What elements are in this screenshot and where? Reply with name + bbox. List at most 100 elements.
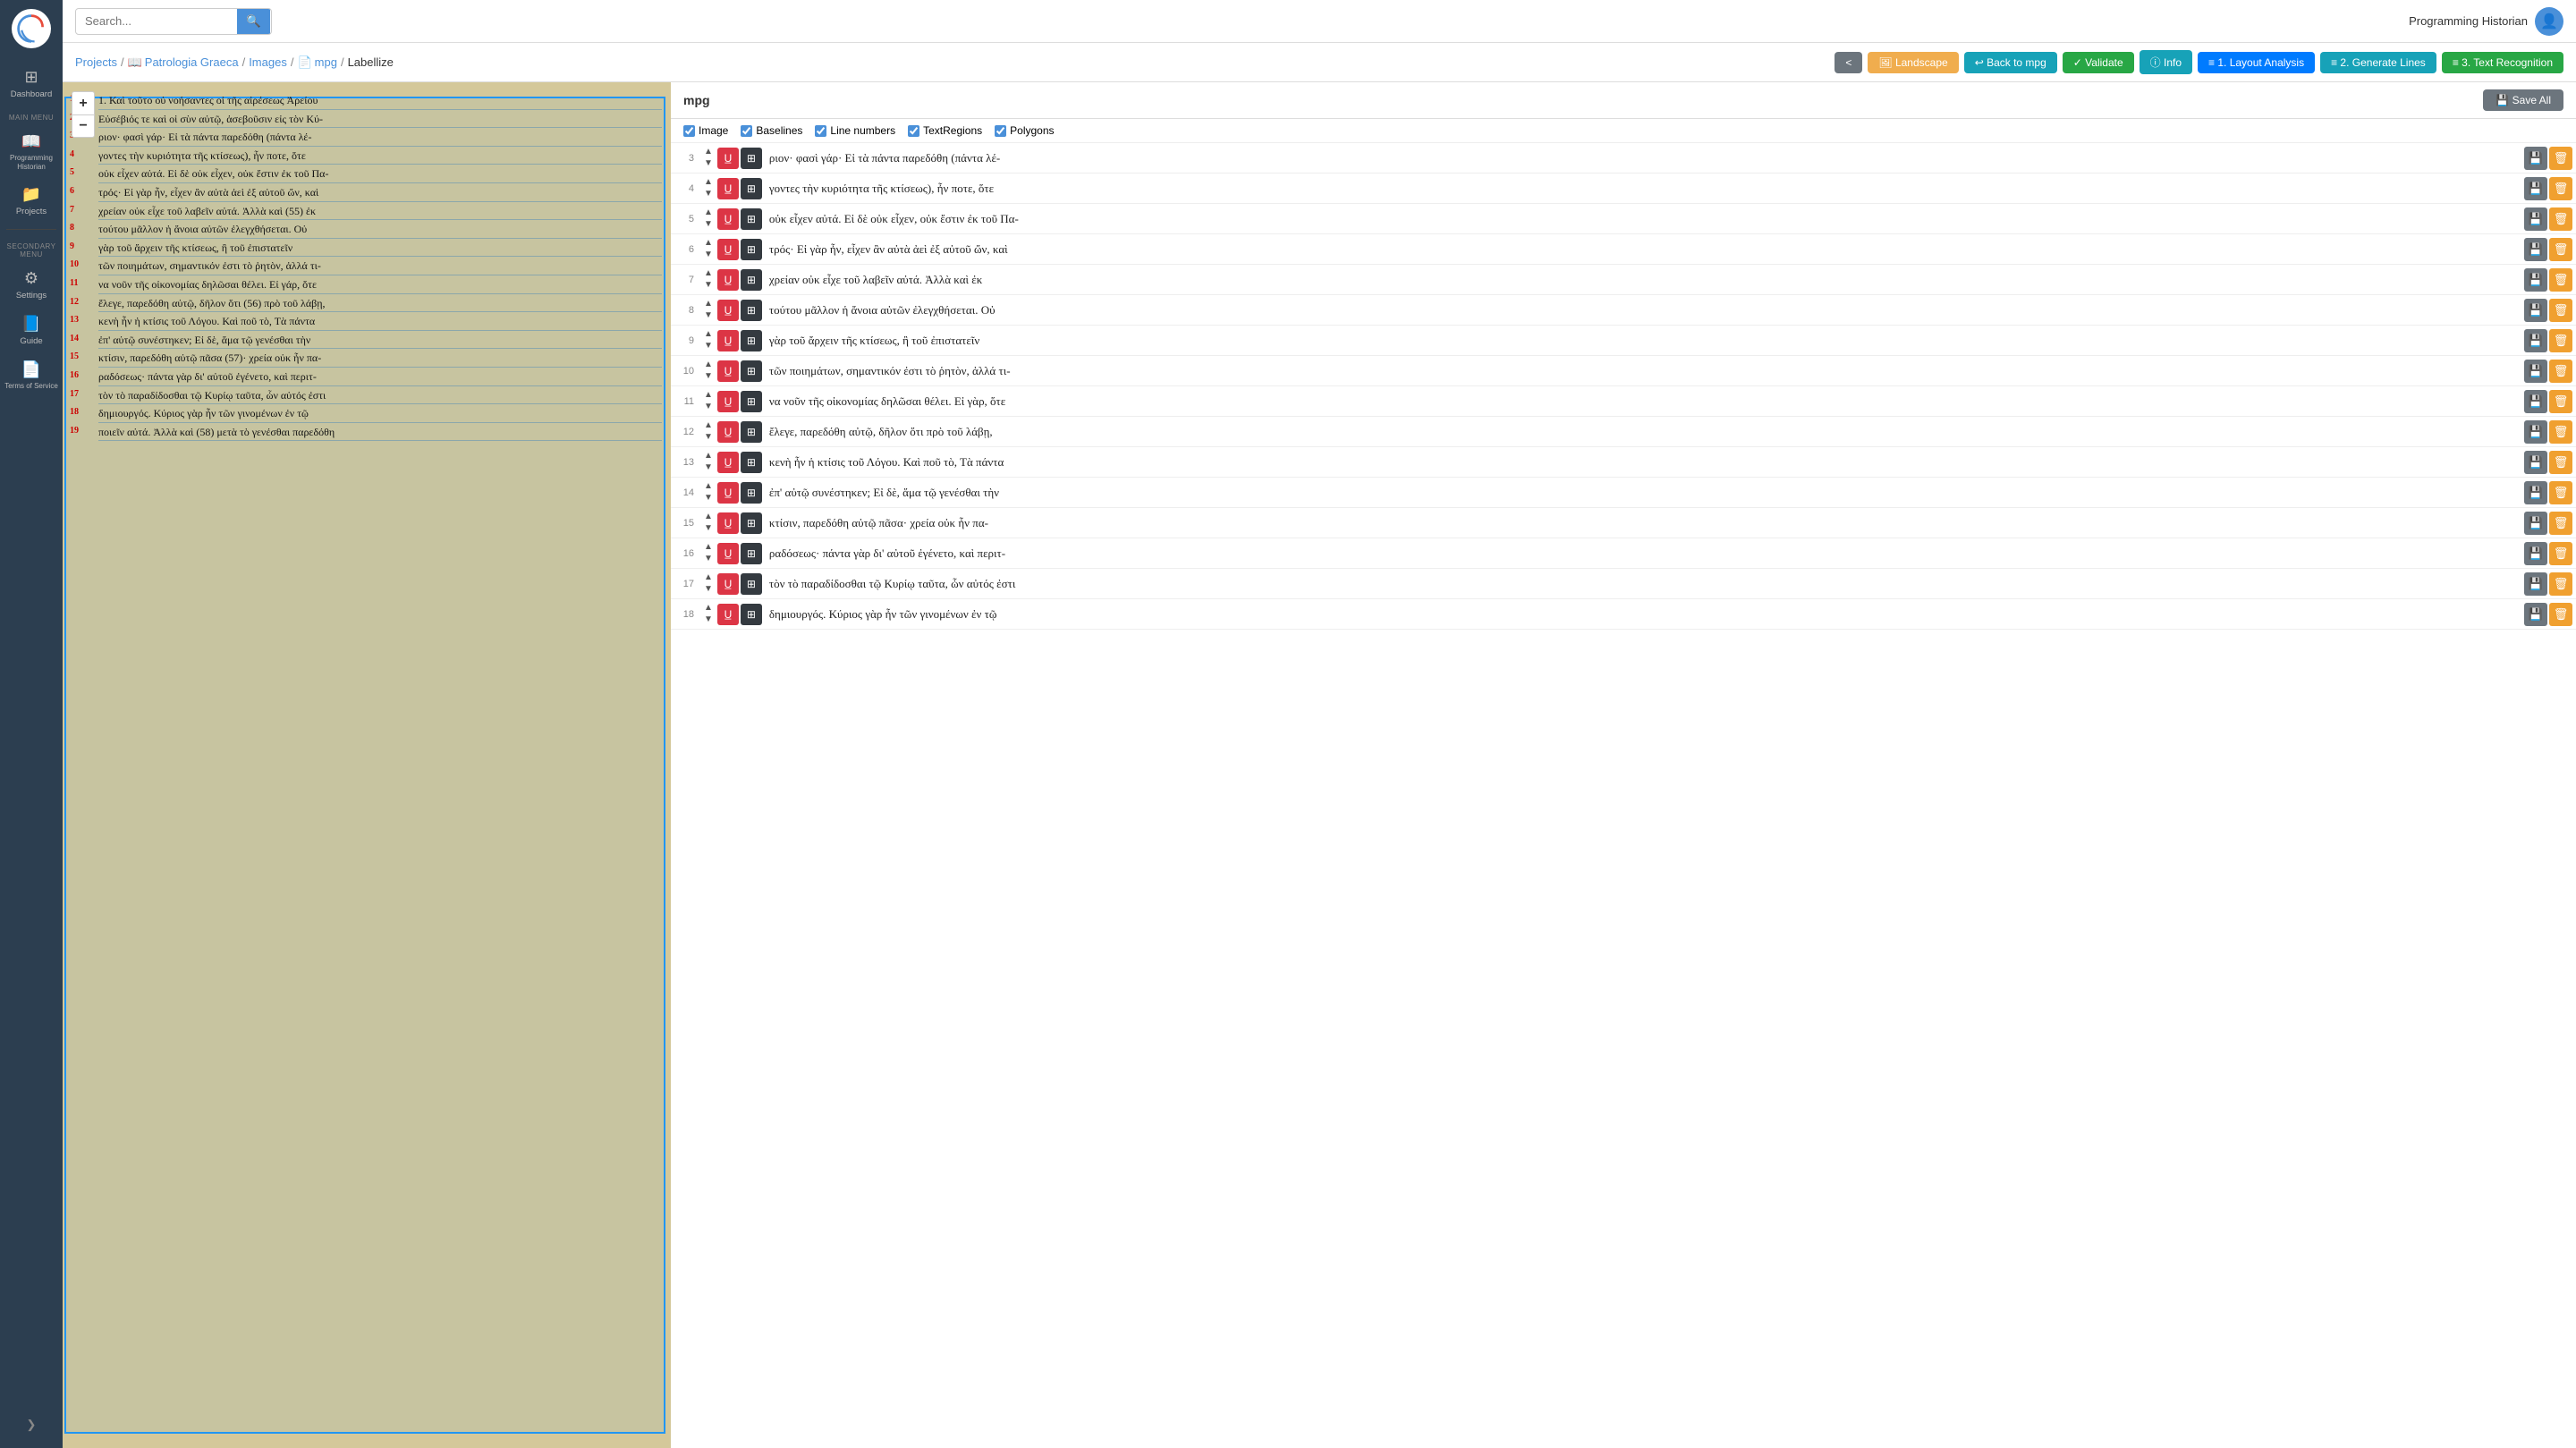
underline-button[interactable]: U̲ xyxy=(717,360,739,382)
arrow-down-button[interactable]: ▼ xyxy=(701,493,716,504)
arrow-up-button[interactable]: ▲ xyxy=(701,481,716,492)
delete-line-button[interactable]: 🗑 xyxy=(2549,268,2572,292)
arrow-up-button[interactable]: ▲ xyxy=(701,420,716,431)
arrow-up-button[interactable]: ▲ xyxy=(701,451,716,461)
delete-line-button[interactable]: 🗑 xyxy=(2549,238,2572,261)
collapse-button[interactable]: < xyxy=(1835,52,1862,73)
arrow-down-button[interactable]: ▼ xyxy=(701,554,716,564)
save-line-button[interactable]: 💾 xyxy=(2524,451,2547,474)
landscape-button[interactable]: 🖼 Landscape xyxy=(1868,52,1958,73)
save-line-button[interactable]: 💾 xyxy=(2524,177,2547,200)
arrow-up-button[interactable]: ▲ xyxy=(701,207,716,218)
arrow-down-button[interactable]: ▼ xyxy=(701,250,716,260)
checkbox-image-input[interactable] xyxy=(683,125,695,137)
arrow-down-button[interactable]: ▼ xyxy=(701,614,716,625)
segment-button[interactable]: ⊞ xyxy=(741,452,762,473)
sidebar-item-guide[interactable]: 📘 Guide xyxy=(0,308,63,353)
delete-line-button[interactable]: 🗑 xyxy=(2549,603,2572,626)
arrow-up-button[interactable]: ▲ xyxy=(701,268,716,279)
delete-line-button[interactable]: 🗑 xyxy=(2549,299,2572,322)
checkbox-line-numbers-input[interactable] xyxy=(815,125,826,137)
checkbox-polygons-input[interactable] xyxy=(995,125,1006,137)
arrow-down-button[interactable]: ▼ xyxy=(701,584,716,595)
segment-button[interactable]: ⊞ xyxy=(741,300,762,321)
breadcrumb-projects[interactable]: Projects xyxy=(75,55,117,69)
arrow-down-button[interactable]: ▼ xyxy=(701,280,716,291)
delete-line-button[interactable]: 🗑 xyxy=(2549,360,2572,383)
segment-button[interactable]: ⊞ xyxy=(741,178,762,199)
delete-line-button[interactable]: 🗑 xyxy=(2549,420,2572,444)
arrow-up-button[interactable]: ▲ xyxy=(701,542,716,553)
arrow-up-button[interactable]: ▲ xyxy=(701,512,716,522)
back-to-mpg-button[interactable]: ↩ Back to mpg xyxy=(1964,52,2057,73)
checkbox-polygons[interactable]: Polygons xyxy=(995,124,1054,137)
save-line-button[interactable]: 💾 xyxy=(2524,420,2547,444)
arrow-up-button[interactable]: ▲ xyxy=(701,299,716,309)
manuscript-view[interactable]: 11. Καὶ τοῦτο οὐ νοήσαντες οἱ τῆς αἱρέσε… xyxy=(63,82,671,1448)
delete-line-button[interactable]: 🗑 xyxy=(2549,572,2572,596)
save-line-button[interactable]: 💾 xyxy=(2524,329,2547,352)
arrow-down-button[interactable]: ▼ xyxy=(701,402,716,412)
checkbox-line-numbers[interactable]: Line numbers xyxy=(815,124,895,137)
delete-line-button[interactable]: 🗑 xyxy=(2549,147,2572,170)
delete-line-button[interactable]: 🗑 xyxy=(2549,177,2572,200)
underline-button[interactable]: U̲ xyxy=(717,512,739,534)
arrow-down-button[interactable]: ▼ xyxy=(701,310,716,321)
delete-line-button[interactable]: 🗑 xyxy=(2549,390,2572,413)
underline-button[interactable]: U̲ xyxy=(717,604,739,625)
arrow-up-button[interactable]: ▲ xyxy=(701,329,716,340)
delete-line-button[interactable]: 🗑 xyxy=(2549,451,2572,474)
delete-line-button[interactable]: 🗑 xyxy=(2549,481,2572,504)
segment-button[interactable]: ⊞ xyxy=(741,148,762,169)
segment-button[interactable]: ⊞ xyxy=(741,269,762,291)
save-line-button[interactable]: 💾 xyxy=(2524,238,2547,261)
save-line-button[interactable]: 💾 xyxy=(2524,603,2547,626)
arrow-up-button[interactable]: ▲ xyxy=(701,360,716,370)
save-line-button[interactable]: 💾 xyxy=(2524,147,2547,170)
step1-tab[interactable]: ≡ 1. Layout Analysis xyxy=(2198,52,2315,73)
underline-button[interactable]: U̲ xyxy=(717,452,739,473)
arrow-down-button[interactable]: ▼ xyxy=(701,462,716,473)
search-input[interactable] xyxy=(76,10,237,32)
arrow-down-button[interactable]: ▼ xyxy=(701,189,716,199)
arrow-up-button[interactable]: ▲ xyxy=(701,147,716,157)
save-line-button[interactable]: 💾 xyxy=(2524,207,2547,231)
segment-button[interactable]: ⊞ xyxy=(741,512,762,534)
underline-button[interactable]: U̲ xyxy=(717,269,739,291)
info-button[interactable]: ⓘ Info xyxy=(2140,50,2192,74)
segment-button[interactable]: ⊞ xyxy=(741,421,762,443)
arrow-down-button[interactable]: ▼ xyxy=(701,219,716,230)
breadcrumb-patrologia[interactable]: Patrologia Graeca xyxy=(145,55,239,69)
checkbox-baselines[interactable]: Baselines xyxy=(741,124,802,137)
breadcrumb-mpg[interactable]: mpg xyxy=(315,55,337,69)
segment-button[interactable]: ⊞ xyxy=(741,208,762,230)
zoom-out-button[interactable]: − xyxy=(72,114,95,138)
delete-line-button[interactable]: 🗑 xyxy=(2549,329,2572,352)
arrow-up-button[interactable]: ▲ xyxy=(701,238,716,249)
save-line-button[interactable]: 💾 xyxy=(2524,542,2547,565)
segment-button[interactable]: ⊞ xyxy=(741,391,762,412)
save-line-button[interactable]: 💾 xyxy=(2524,268,2547,292)
delete-line-button[interactable]: 🗑 xyxy=(2549,542,2572,565)
segment-button[interactable]: ⊞ xyxy=(741,604,762,625)
arrow-down-button[interactable]: ▼ xyxy=(701,158,716,169)
step3-tab[interactable]: ≡ 3. Text Recognition xyxy=(2442,52,2563,73)
checkbox-baselines-input[interactable] xyxy=(741,125,752,137)
segment-button[interactable]: ⊞ xyxy=(741,573,762,595)
sidebar-item-projects[interactable]: 📁 Projects xyxy=(0,178,63,224)
underline-button[interactable]: U̲ xyxy=(717,482,739,504)
underline-button[interactable]: U̲ xyxy=(717,391,739,412)
arrow-up-button[interactable]: ▲ xyxy=(701,390,716,401)
sidebar-item-terms[interactable]: 📄 Terms of Service xyxy=(0,353,63,398)
sidebar-item-settings[interactable]: ⚙ Settings xyxy=(0,262,63,308)
search-button[interactable]: 🔍 xyxy=(237,9,270,34)
sidebar-item-programming-historian[interactable]: 📖 Programming Historian xyxy=(0,125,63,178)
save-line-button[interactable]: 💾 xyxy=(2524,512,2547,535)
delete-line-button[interactable]: 🗑 xyxy=(2549,207,2572,231)
checkbox-text-regions[interactable]: TextRegions xyxy=(908,124,982,137)
segment-button[interactable]: ⊞ xyxy=(741,543,762,564)
save-line-button[interactable]: 💾 xyxy=(2524,390,2547,413)
arrow-up-button[interactable]: ▲ xyxy=(701,603,716,614)
underline-button[interactable]: U̲ xyxy=(717,208,739,230)
arrow-down-button[interactable]: ▼ xyxy=(701,523,716,534)
